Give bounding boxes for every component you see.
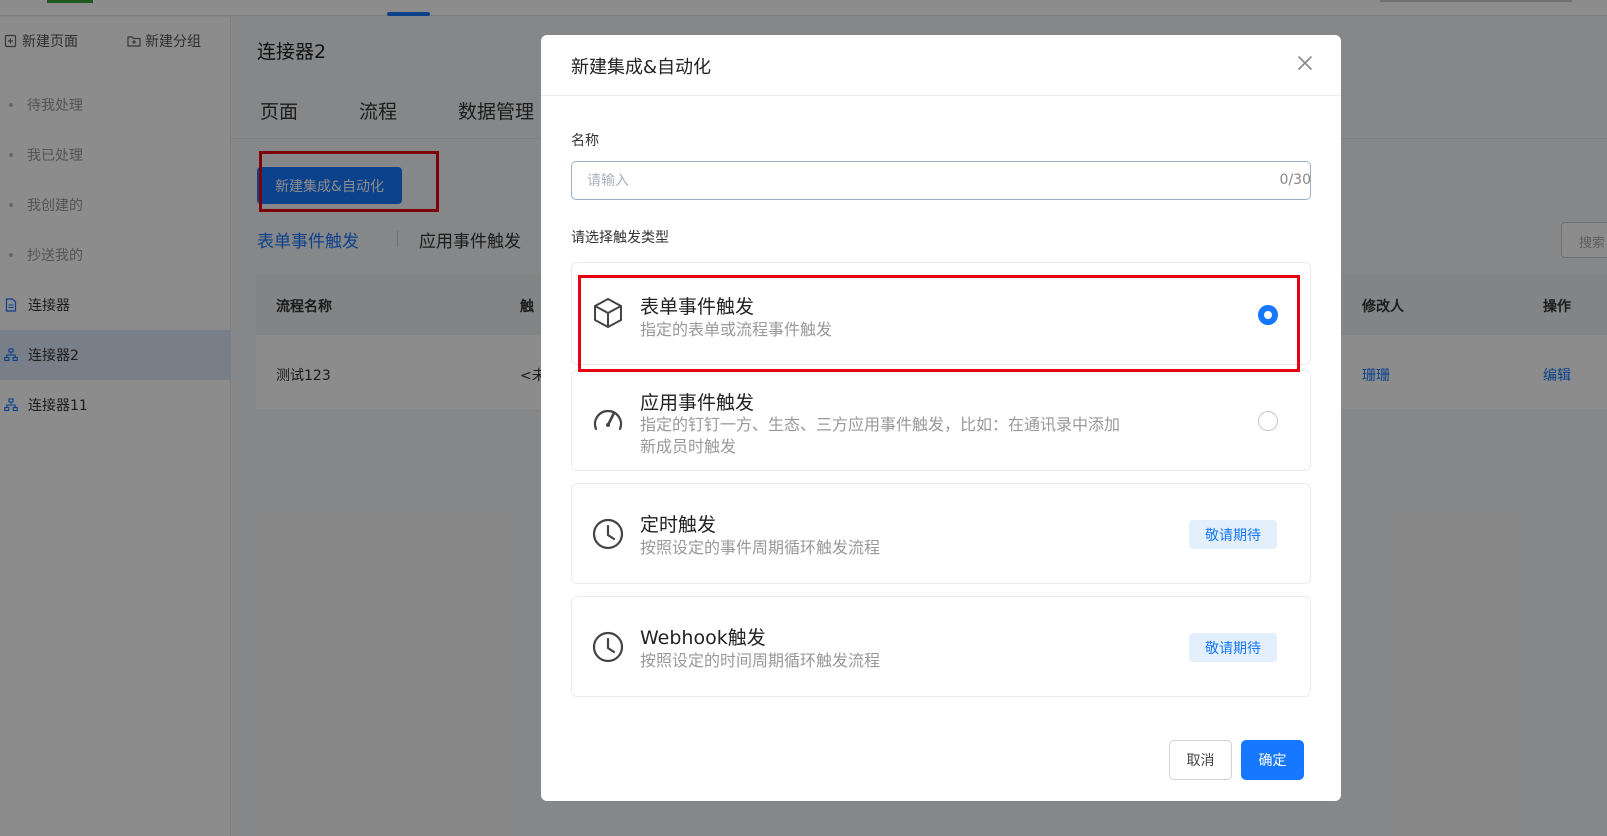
name-input[interactable] xyxy=(571,161,1311,200)
gauge-icon xyxy=(593,409,623,431)
trigger-option-app-event[interactable]: 应用事件触发 指定的钉钉一方、生态、三方应用事件触发，比如：在通讯录中添加新成员… xyxy=(571,370,1311,471)
trigger-option-scheduled[interactable]: 定时触发 按照设定的事件周期循环触发流程 敬请期待 xyxy=(571,483,1311,584)
new-integration-modal: 新建集成&自动化 名称 0/30 请选择触发类型 表单事件触发 指定的表单或流程… xyxy=(541,35,1341,801)
coming-soon-badge: 敬请期待 xyxy=(1189,520,1277,549)
option-desc: 指定的钉钉一方、生态、三方应用事件触发，比如：在通讯录中添加新成员时触发 xyxy=(640,415,1121,456)
option-radio[interactable] xyxy=(1258,411,1278,431)
option-desc: 按照设定的事件周期循环触发流程 xyxy=(640,538,881,557)
clock-icon xyxy=(592,518,624,550)
coming-soon-badge: 敬请期待 xyxy=(1189,633,1277,662)
close-icon[interactable] xyxy=(1293,51,1317,75)
name-label: 名称 xyxy=(571,133,599,149)
option-title: 表单事件触发 xyxy=(640,296,755,318)
cube-icon xyxy=(594,298,622,328)
modal-title: 新建集成&自动化 xyxy=(571,57,712,78)
option-title: Webhook触发 xyxy=(640,627,766,649)
name-char-counter: 0/30 xyxy=(1279,172,1311,188)
trigger-option-webhook[interactable]: Webhook触发 按照设定的时间周期循环触发流程 敬请期待 xyxy=(571,596,1311,697)
option-title: 应用事件触发 xyxy=(640,392,755,414)
modal-header: 新建集成&自动化 xyxy=(541,35,1341,96)
trigger-type-label: 请选择触发类型 xyxy=(571,230,669,246)
cancel-button[interactable]: 取消 xyxy=(1169,740,1232,780)
option-title: 定时触发 xyxy=(640,514,717,536)
confirm-button[interactable]: 确定 xyxy=(1241,740,1304,780)
option-radio-selected[interactable] xyxy=(1258,305,1278,325)
option-desc: 指定的表单或流程事件触发 xyxy=(640,320,833,339)
clock-icon xyxy=(592,631,624,663)
option-desc: 按照设定的时间周期循环触发流程 xyxy=(640,651,881,670)
trigger-option-form-event[interactable]: 表单事件触发 指定的表单或流程事件触发 xyxy=(571,262,1311,365)
